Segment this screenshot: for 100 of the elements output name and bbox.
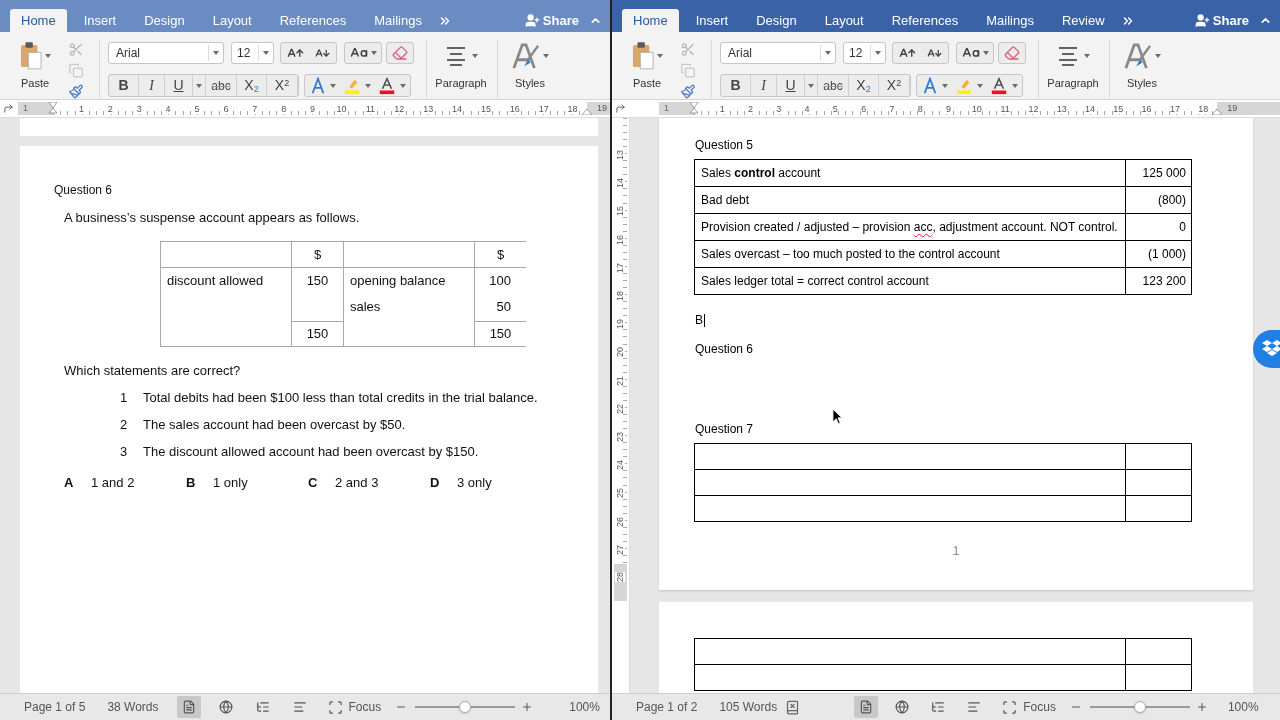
font-color-icon[interactable] <box>989 76 1009 95</box>
indent-marker-icon[interactable] <box>48 102 58 116</box>
paragraph-label[interactable]: Paragraph <box>1047 75 1099 92</box>
ruler-number: 3 <box>136 103 142 114</box>
ruler-number: 27 <box>615 544 626 555</box>
letter-brush-icon[interactable] <box>1123 42 1152 70</box>
underline-button[interactable]: U <box>165 75 193 96</box>
ruler-number: 18 <box>1198 103 1209 114</box>
bold-button[interactable]: B <box>721 75 751 96</box>
ribbon-tab[interactable]: Design <box>742 9 811 32</box>
caret-icon[interactable] <box>542 54 549 58</box>
ruler-number: 19 <box>597 101 608 115</box>
font-name-field[interactable]: Arial <box>108 42 224 64</box>
caret-icon[interactable] <box>942 83 948 88</box>
caret-icon[interactable] <box>263 51 269 55</box>
outlined-letter-icon[interactable] <box>921 76 939 95</box>
font-size-field[interactable]: 12 <box>843 42 886 64</box>
caret-icon[interactable] <box>808 83 814 88</box>
eraser-icon[interactable] <box>392 45 408 61</box>
caret-icon[interactable] <box>370 51 377 55</box>
ribbon-tab[interactable]: Insert <box>681 9 743 32</box>
styles-label[interactable]: Styles <box>515 75 545 92</box>
horizontal-ruler[interactable]: 1 1 2 3 4 5 6 7 8 9 10 11 12 13 14 15 16 17 18 19 <box>612 100 1280 118</box>
caret-icon[interactable] <box>875 51 881 55</box>
ribbon-tab[interactable]: Mailings <box>972 9 1048 32</box>
eraser-icon[interactable] <box>1004 45 1020 61</box>
letter-brush-icon[interactable] <box>511 42 540 70</box>
caret-icon[interactable] <box>400 83 406 88</box>
tab-stop-icon[interactable] <box>3 103 14 114</box>
ribbon-tab[interactable]: Layout <box>810 9 878 32</box>
caret-icon[interactable] <box>1154 54 1161 58</box>
subscript-button[interactable]: X$_{2}$ <box>237 75 267 96</box>
page-count[interactable]: Page 1 of 5 <box>24 698 86 716</box>
ribbon-tab[interactable]: Home <box>622 9 679 32</box>
diamond-pattern-icon[interactable] <box>1253 330 1280 368</box>
share-button[interactable]: Share <box>1194 10 1249 31</box>
ruler-number: 15 <box>480 103 491 114</box>
view-button[interactable] <box>176 696 201 718</box>
caret-icon[interactable] <box>365 83 371 88</box>
caret-icon[interactable] <box>44 54 51 58</box>
zoom-slider-thumb[interactable] <box>1133 701 1146 713</box>
focus-button[interactable]: Focus <box>327 698 382 716</box>
caret-icon[interactable] <box>330 83 336 88</box>
zoom-in-icon[interactable] <box>521 701 534 713</box>
view-button[interactable] <box>854 696 879 718</box>
zoom-percentage[interactable]: 100% <box>569 698 600 716</box>
font-name-field[interactable]: Arial <box>720 42 836 64</box>
paste-label[interactable]: Paste <box>632 75 662 92</box>
indent-marker-icon[interactable] <box>582 109 593 115</box>
option-text: 2 and 3 <box>335 475 379 491</box>
caret-icon[interactable] <box>196 83 202 88</box>
caret-icon[interactable] <box>472 54 478 58</box>
vertical-ruler[interactable]: 13 14 15 16 17 18 19 20 21 22 23 24 25 26 27 28 <box>612 118 630 693</box>
outlined-letter-icon[interactable] <box>309 76 327 95</box>
ruler-number: 25 <box>615 488 626 499</box>
word-count[interactable]: 38 Words <box>107 698 159 716</box>
caret-icon[interactable] <box>1012 83 1018 88</box>
indent-marker-icon[interactable] <box>1212 109 1223 115</box>
ribbon-tab[interactable]: References <box>877 9 973 32</box>
caret-icon[interactable] <box>977 83 983 88</box>
word-count[interactable]: 105 Words <box>719 698 778 716</box>
ribbon-tab[interactable]: Home <box>10 9 67 32</box>
paragraph-lines-icon[interactable] <box>444 46 468 66</box>
clipboard-icon[interactable] <box>631 42 654 70</box>
underline-button[interactable]: U <box>777 75 805 96</box>
superscript-button[interactable]: X$^{2}$ <box>879 75 910 96</box>
styles-label[interactable]: Styles <box>1127 75 1157 92</box>
superscript-button[interactable]: X$^{2}$ <box>267 75 298 96</box>
question-heading: Question 7 <box>695 421 755 437</box>
caret-icon[interactable] <box>982 51 989 55</box>
zoom-in-icon[interactable] <box>1195 701 1208 713</box>
subscript-button[interactable]: X$_{2}$ <box>849 75 879 96</box>
focus-button[interactable]: Focus <box>1002 698 1056 716</box>
caret-icon[interactable] <box>656 54 663 58</box>
paragraph-label[interactable]: Paragraph <box>435 75 487 92</box>
paste-label[interactable]: Paste <box>20 75 50 92</box>
table-cell: Bad debt <box>695 187 1126 213</box>
ruler-number: 14 <box>452 103 463 114</box>
caret-icon[interactable] <box>213 51 219 55</box>
paragraph-lines-icon[interactable] <box>1056 46 1080 66</box>
font-size-field[interactable]: 12 <box>231 42 274 64</box>
caret-icon[interactable] <box>1084 54 1090 58</box>
indent-marker-icon[interactable] <box>689 102 699 116</box>
zoom-percentage[interactable]: 100% <box>1227 698 1259 716</box>
horizontal-ruler[interactable]: 1 1 2 3 4 5 6 7 8 9 10 11 12 13 14 15 16 17 18 19 <box>0 100 610 118</box>
book-x-icon[interactable] <box>785 699 801 715</box>
ruler-number: 17 <box>1169 103 1180 114</box>
bold-button[interactable]: B <box>109 75 139 96</box>
tab-stop-icon[interactable] <box>615 103 626 114</box>
caret-icon[interactable] <box>825 51 831 55</box>
paintbrush-icon[interactable] <box>68 84 84 99</box>
zoom-slider-thumb[interactable] <box>459 701 472 713</box>
font-color-icon[interactable] <box>377 76 397 95</box>
ribbon-tab[interactable]: Review <box>1047 9 1119 32</box>
italic-button[interactable]: I <box>139 75 165 96</box>
paintbrush-icon[interactable] <box>680 84 696 99</box>
page-count[interactable]: Page 1 of 2 <box>636 698 698 716</box>
clipboard-icon[interactable] <box>19 42 42 70</box>
entry-text: sales <box>350 298 382 316</box>
italic-button[interactable]: I <box>751 75 777 96</box>
